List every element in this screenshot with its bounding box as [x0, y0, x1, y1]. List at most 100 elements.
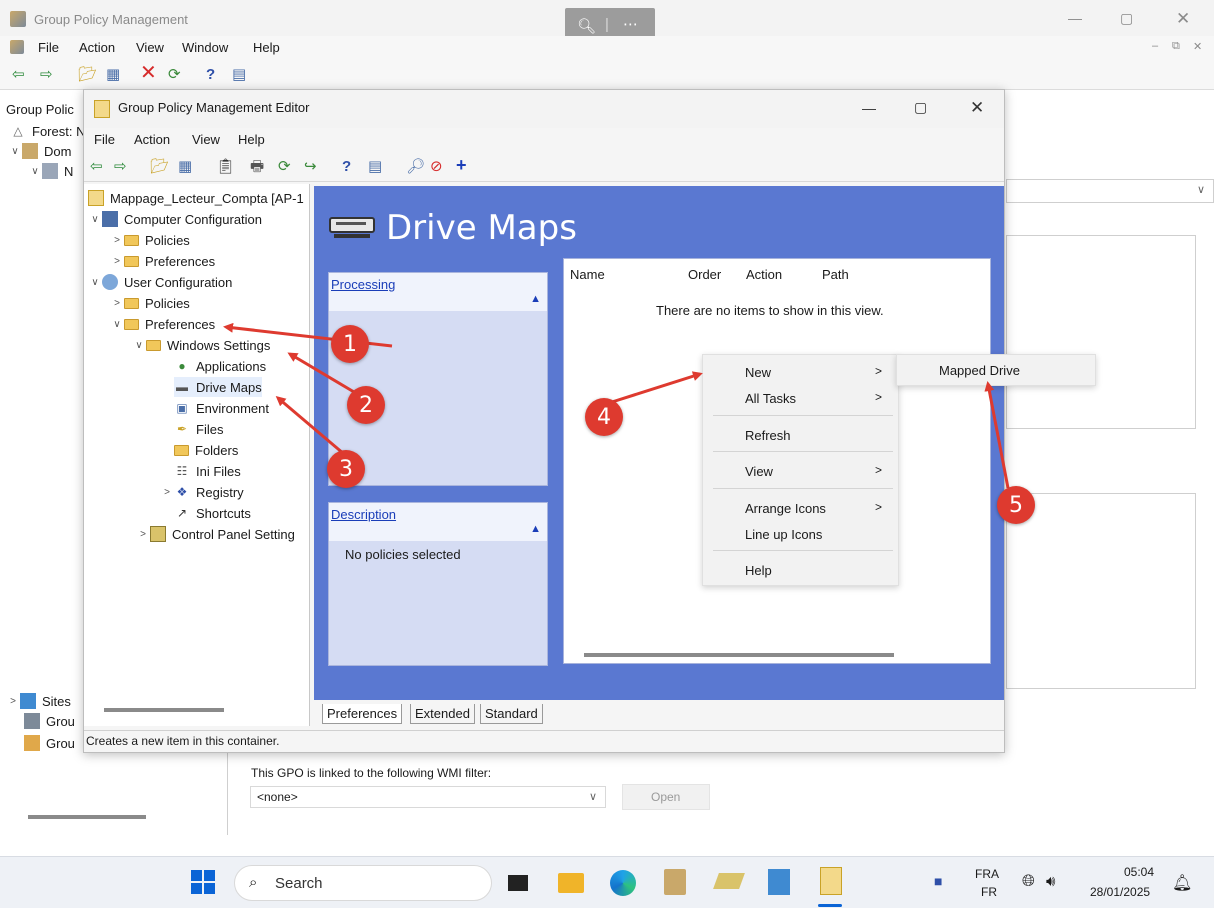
gpme-menu-help[interactable]: Help: [238, 132, 265, 147]
tab-preferences[interactable]: Preferences: [322, 704, 403, 724]
tree-item-computer-configuration[interactable]: ∨ Computer Configuration: [88, 209, 262, 229]
tree-item-applications[interactable]: ● Applications: [174, 356, 266, 376]
file-explorer-icon[interactable]: [558, 873, 584, 893]
chevron-down-icon[interactable]: ∨: [110, 319, 124, 330]
tab-extended[interactable]: Extended: [410, 704, 475, 724]
chevron-right-icon[interactable]: >: [136, 529, 150, 540]
tree-item-gp-modeling[interactable]: Grou: [24, 711, 75, 731]
tree-item-gp-results[interactable]: Grou: [24, 733, 75, 753]
show-hide-tree-icon[interactable]: ▦: [178, 158, 192, 176]
clock-time[interactable]: 05:04: [1124, 865, 1154, 879]
refresh-icon[interactable]: ⟳: [168, 66, 181, 84]
gpme-menu-file[interactable]: File: [94, 132, 115, 147]
language-top[interactable]: FRA: [975, 867, 999, 881]
chevron-down-icon[interactable]: ∨: [88, 214, 102, 225]
gpme-maximize-icon[interactable]: ▢: [914, 99, 927, 116]
volume-icon[interactable]: 🔊︎: [1046, 873, 1055, 890]
menu-help[interactable]: Help: [253, 40, 280, 55]
wmi-filter-select[interactable]: <none> ∨: [250, 786, 606, 808]
open-button[interactable]: Open: [622, 784, 710, 810]
up-folder-icon[interactable]: 📂︎: [150, 158, 169, 176]
tree-item-registry[interactable]: > ❖ Registry: [160, 482, 244, 502]
restore-icon[interactable]: ▢: [1120, 10, 1133, 27]
list-horizontal-scrollbar[interactable]: [584, 653, 894, 657]
column-header-path[interactable]: Path: [822, 267, 849, 282]
tree-item-files[interactable]: ✒ Files: [174, 419, 223, 439]
menu-view[interactable]: View: [136, 40, 164, 55]
print-icon[interactable]: 🖶︎: [250, 158, 264, 176]
processing-link[interactable]: Processing: [331, 277, 395, 292]
gpme-menu-action[interactable]: Action: [134, 132, 170, 147]
tree-item-user-configuration[interactable]: ∨ User Configuration: [88, 272, 232, 292]
tree-item-cc-preferences[interactable]: > Preferences: [110, 251, 215, 271]
menu-file[interactable]: File: [38, 40, 59, 55]
submenu-mapped-drive[interactable]: Mapped Drive: [897, 355, 1095, 385]
column-header-order[interactable]: Order: [688, 267, 721, 282]
gpme-taskbar-icon[interactable]: [820, 867, 842, 895]
column-header-action[interactable]: Action: [746, 267, 782, 282]
back-icon[interactable]: ⇦: [90, 158, 103, 176]
tree-item-uc-policies[interactable]: > Policies: [110, 293, 190, 313]
context-menu-view[interactable]: View >: [703, 458, 898, 484]
forward-icon[interactable]: ⇨: [114, 158, 127, 176]
chevron-right-icon[interactable]: >: [110, 235, 124, 246]
chevron-right-icon[interactable]: >: [6, 696, 20, 707]
clipboard-icon[interactable]: 📋︎: [216, 158, 235, 176]
help-icon[interactable]: ?: [206, 66, 215, 84]
context-menu-arrange-icons[interactable]: Arrange Icons >: [703, 495, 898, 521]
chevron-right-icon[interactable]: >: [110, 256, 124, 267]
gpme-menu-view[interactable]: View: [192, 132, 220, 147]
tree-item-domains[interactable]: ∨ Dom: [8, 141, 71, 161]
chevron-right-icon[interactable]: >: [160, 487, 174, 498]
mdi-close-icon[interactable]: ✕: [1193, 40, 1202, 53]
tree-item-sites[interactable]: > Sites: [6, 691, 71, 711]
network-tray-icon[interactable]: ■: [934, 873, 942, 889]
menu-action[interactable]: Action: [79, 40, 115, 55]
language-bottom[interactable]: FR: [981, 885, 997, 899]
context-menu-refresh[interactable]: Refresh: [703, 422, 898, 448]
minimize-icon[interactable]: —: [1068, 10, 1082, 26]
outer-dropdown[interactable]: ∨: [1006, 179, 1214, 203]
properties-icon[interactable]: ▤: [368, 158, 382, 176]
collapse-up-icon[interactable]: ▲: [530, 293, 541, 305]
tree-item-cc-policies[interactable]: > Policies: [110, 230, 190, 250]
tree-item-shortcuts[interactable]: ↗ Shortcuts: [174, 503, 251, 523]
tree-item-gpo-root[interactable]: Mappage_Lecteur_Compta [AP-1: [88, 188, 304, 208]
delete-icon[interactable]: ✕: [140, 63, 157, 83]
more-icon[interactable]: ⋯: [623, 15, 638, 33]
clock-date[interactable]: 28/01/2025: [1090, 885, 1150, 899]
back-icon[interactable]: ⇦: [12, 66, 25, 84]
context-menu-help[interactable]: Help: [703, 557, 898, 583]
tree-item-control-panel-settings[interactable]: > Control Panel Setting: [136, 524, 295, 544]
chevron-right-icon[interactable]: >: [110, 298, 124, 309]
tree-item-gpm[interactable]: Group Polic: [6, 99, 74, 119]
up-folder-icon[interactable]: 📂︎: [78, 66, 97, 84]
mdi-minimize-icon[interactable]: –: [1152, 40, 1158, 52]
chevron-down-icon[interactable]: ∨: [8, 146, 22, 157]
collapse-up-icon[interactable]: ▲: [530, 523, 541, 535]
gpme-close-icon[interactable]: ✕: [970, 98, 984, 118]
terminal-icon[interactable]: [508, 875, 528, 891]
tools-icon[interactable]: [713, 873, 745, 889]
gpme-minimize-icon[interactable]: —: [862, 100, 876, 116]
help-icon[interactable]: ?: [342, 158, 351, 176]
description-link[interactable]: Description: [331, 507, 396, 522]
tree-item-environment[interactable]: ▣ Environment: [174, 398, 269, 418]
mdi-restore-icon[interactable]: ⧉: [1172, 40, 1180, 53]
menu-window[interactable]: Window: [182, 40, 228, 55]
properties-icon[interactable]: ▤: [232, 66, 246, 84]
tab-standard[interactable]: Standard: [480, 704, 543, 724]
tree-item-windows-settings[interactable]: ∨ Windows Settings: [132, 335, 270, 355]
tree-item-drive-maps[interactable]: ▬ Drive Maps: [174, 377, 262, 397]
context-menu-line-up-icons[interactable]: Line up Icons: [703, 521, 898, 547]
forward-icon[interactable]: ⇨: [40, 66, 53, 84]
start-icon[interactable]: [190, 869, 216, 895]
edge-icon[interactable]: [610, 870, 636, 896]
close-icon[interactable]: ✕: [1176, 9, 1190, 29]
zoom-icon[interactable]: 🔍︎: [577, 17, 596, 35]
globe-icon[interactable]: 🌐︎: [1022, 873, 1035, 891]
column-header-name[interactable]: Name: [570, 267, 605, 282]
search-document-icon[interactable]: 🔎︎: [406, 158, 425, 176]
server-manager-icon[interactable]: [768, 869, 790, 895]
add-icon[interactable]: +: [456, 156, 467, 174]
